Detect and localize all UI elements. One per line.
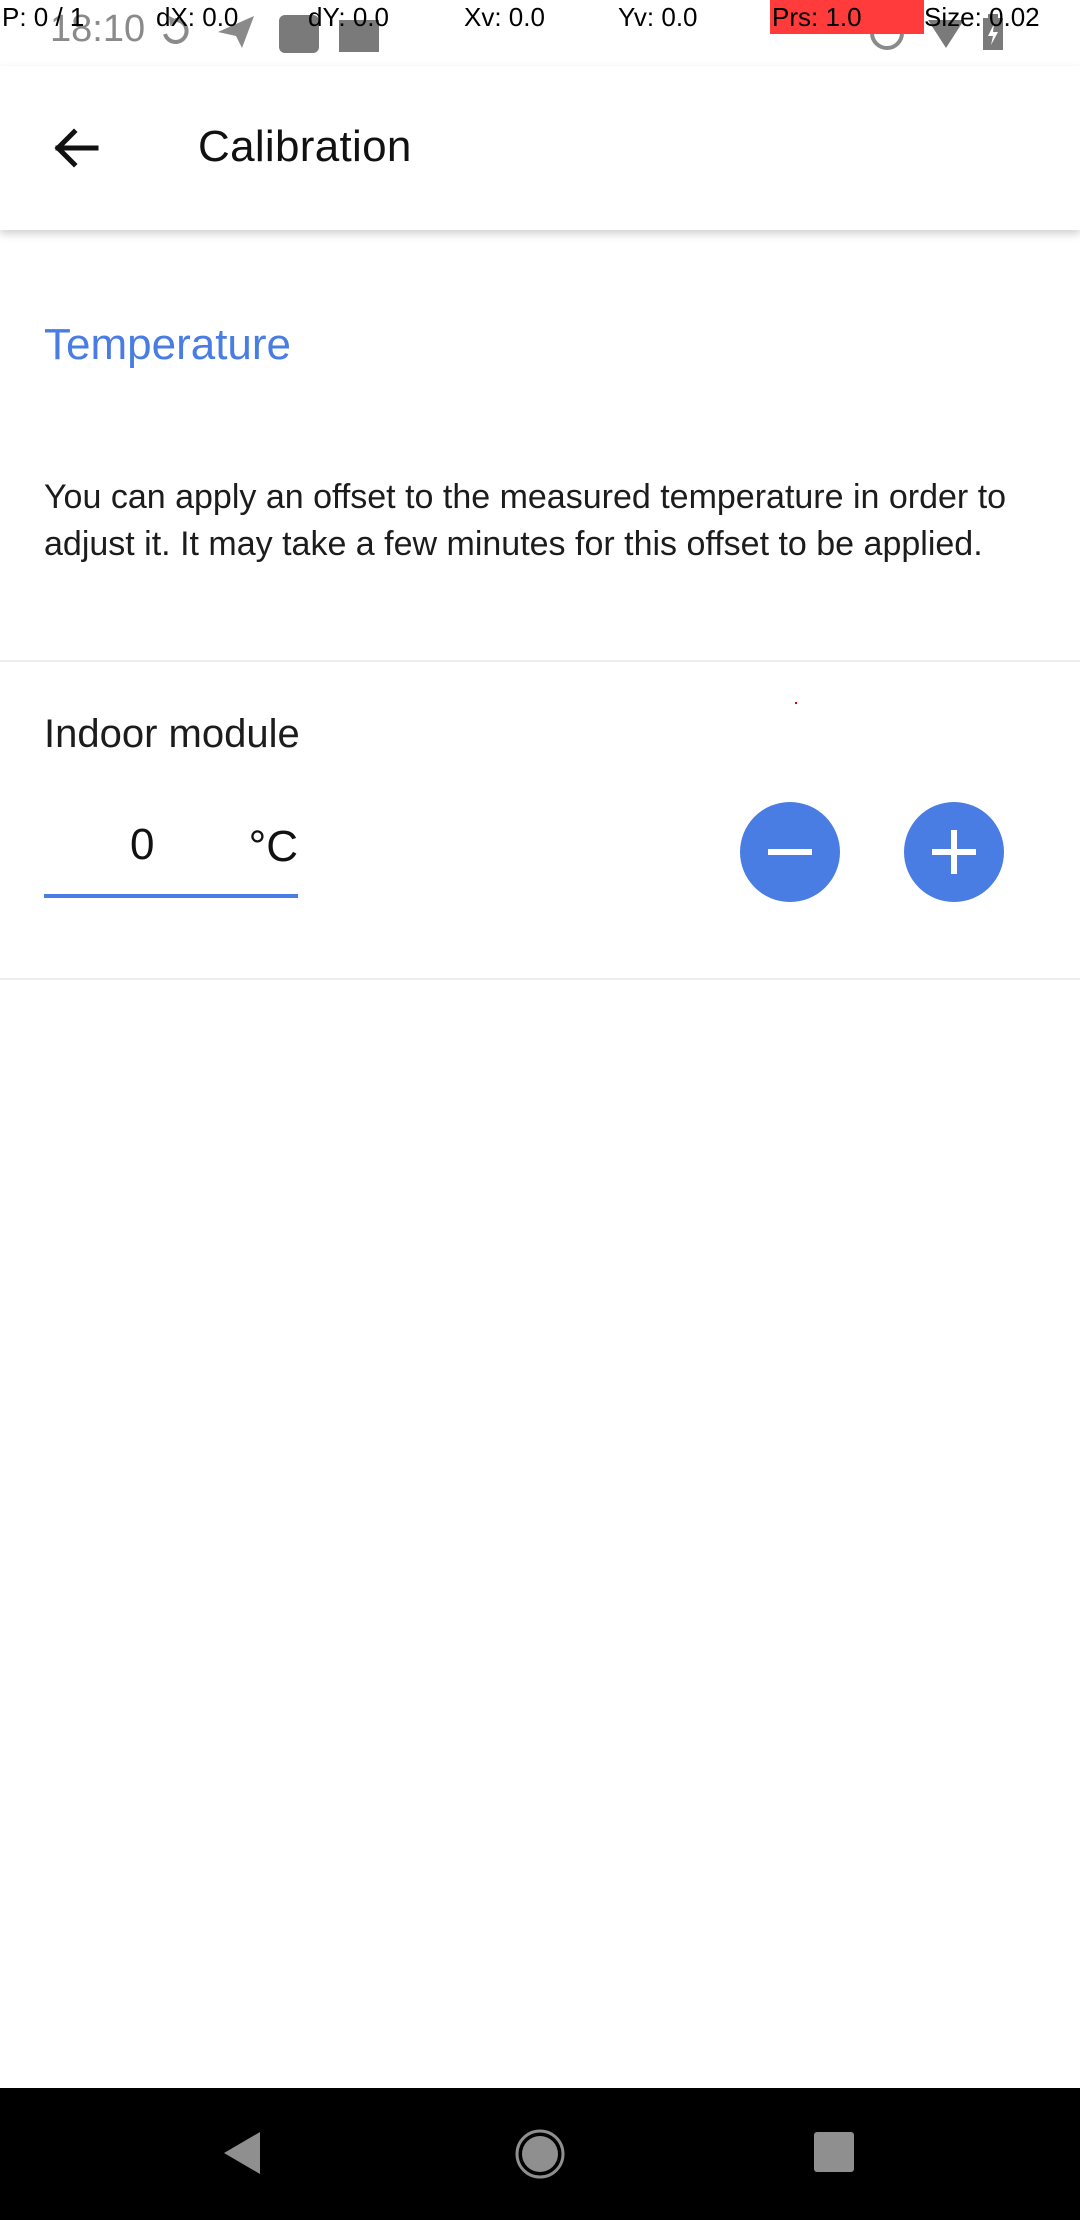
pointer-dx: dX: 0.0 [156, 2, 239, 32]
section-description: You can apply an offset to the measured … [44, 478, 1007, 563]
offset-unit: °C [248, 822, 298, 871]
plus-icon [932, 830, 976, 874]
pointer-xv: Xv: 0.0 [464, 2, 545, 32]
touch-point-marker [795, 702, 797, 704]
section-title: Temperature [44, 320, 292, 369]
pointer-size: Size: 0.02 [924, 2, 1040, 32]
decrease-offset-button[interactable] [740, 802, 840, 902]
nav-home-icon[interactable] [514, 2128, 566, 2180]
nav-recents-icon[interactable] [810, 2128, 858, 2176]
navigation-bar [0, 2088, 1080, 2220]
app-bar: Calibration [0, 66, 1080, 230]
arrow-left-icon [54, 128, 99, 168]
divider [0, 978, 1080, 980]
pointer-count: P: 0 / 1 [2, 2, 85, 32]
offset-value[interactable]: 0 [130, 820, 154, 870]
nav-back-icon[interactable] [218, 2128, 268, 2178]
minus-icon [768, 849, 812, 855]
page-title: Calibration [198, 122, 412, 171]
pointer-location-overlay: P: 0 / 1 dX: 0.0 dY: 0.0 Xv: 0.0 Yv: 0.0… [0, 0, 1080, 36]
module-label: Indoor module [44, 712, 300, 756]
temperature-offset-field[interactable]: 0 °C [44, 806, 298, 898]
back-button[interactable] [40, 112, 112, 184]
pointer-yv: Yv: 0.0 [618, 2, 698, 32]
increase-offset-button[interactable] [904, 802, 1004, 902]
divider [0, 660, 1080, 662]
pointer-pressure: Prs: 1.0 [770, 0, 924, 34]
pointer-dy: dY: 0.0 [308, 2, 389, 32]
